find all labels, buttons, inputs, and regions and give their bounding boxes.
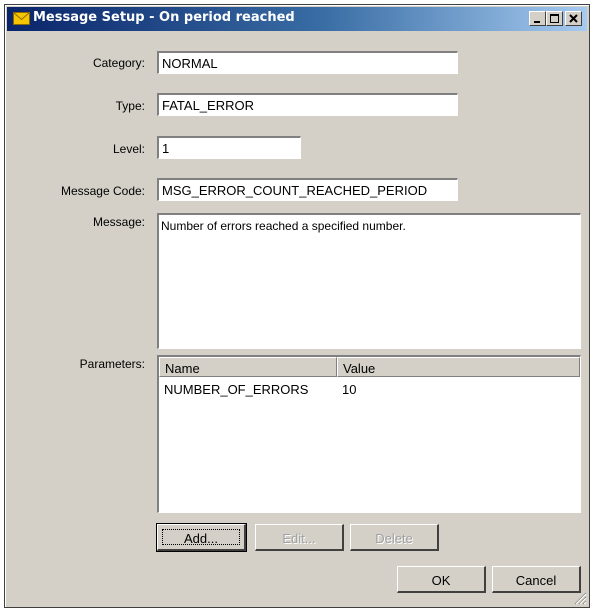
close-button[interactable] (565, 11, 582, 26)
level-label: Level: (112, 142, 145, 156)
row-value-cell: 10 (342, 382, 357, 397)
title-bar[interactable]: Message Setup - On period reached (7, 7, 587, 31)
type-field[interactable]: FATAL_ERROR (157, 93, 458, 116)
add-button[interactable]: Add... (156, 523, 247, 552)
message-label: Message: (92, 215, 145, 229)
maximize-button[interactable] (546, 11, 563, 26)
category-field[interactable]: NORMAL (157, 51, 458, 74)
message-code-label: Message Code: (60, 184, 145, 198)
message-setup-dialog: Message Setup - On period reached Catego… (4, 4, 590, 608)
minimize-icon (534, 21, 540, 23)
focus-rect (162, 529, 240, 545)
window-title: Message Setup - On period reached (33, 10, 295, 25)
row-name-cell: NUMBER_OF_ERRORS (164, 382, 309, 397)
parameters-label: Parameters: (79, 357, 145, 371)
message-code-field[interactable]: MSG_ERROR_COUNT_REACHED_PERIOD (157, 178, 458, 201)
envelope-icon (13, 12, 30, 25)
type-label: Type: (115, 99, 145, 113)
maximize-icon (550, 14, 559, 23)
ok-button[interactable]: OK (397, 566, 486, 593)
column-header-value[interactable]: Value (337, 357, 580, 377)
column-header-name[interactable]: Name (159, 357, 337, 377)
message-textarea[interactable]: Number of errors reached a specified num… (157, 213, 581, 349)
close-icon (569, 14, 578, 23)
category-label: Category: (92, 56, 145, 70)
table-row[interactable]: NUMBER_OF_ERRORS 10 (159, 379, 579, 399)
delete-button[interactable]: Delete (350, 524, 439, 551)
cancel-button[interactable]: Cancel (492, 566, 581, 593)
level-field[interactable]: 1 (157, 136, 301, 159)
edit-button[interactable]: Edit... (255, 524, 344, 551)
minimize-button[interactable] (529, 11, 546, 26)
parameters-list[interactable]: Name Value NUMBER_OF_ERRORS 10 (157, 355, 581, 513)
resize-grip-icon[interactable] (573, 591, 587, 605)
